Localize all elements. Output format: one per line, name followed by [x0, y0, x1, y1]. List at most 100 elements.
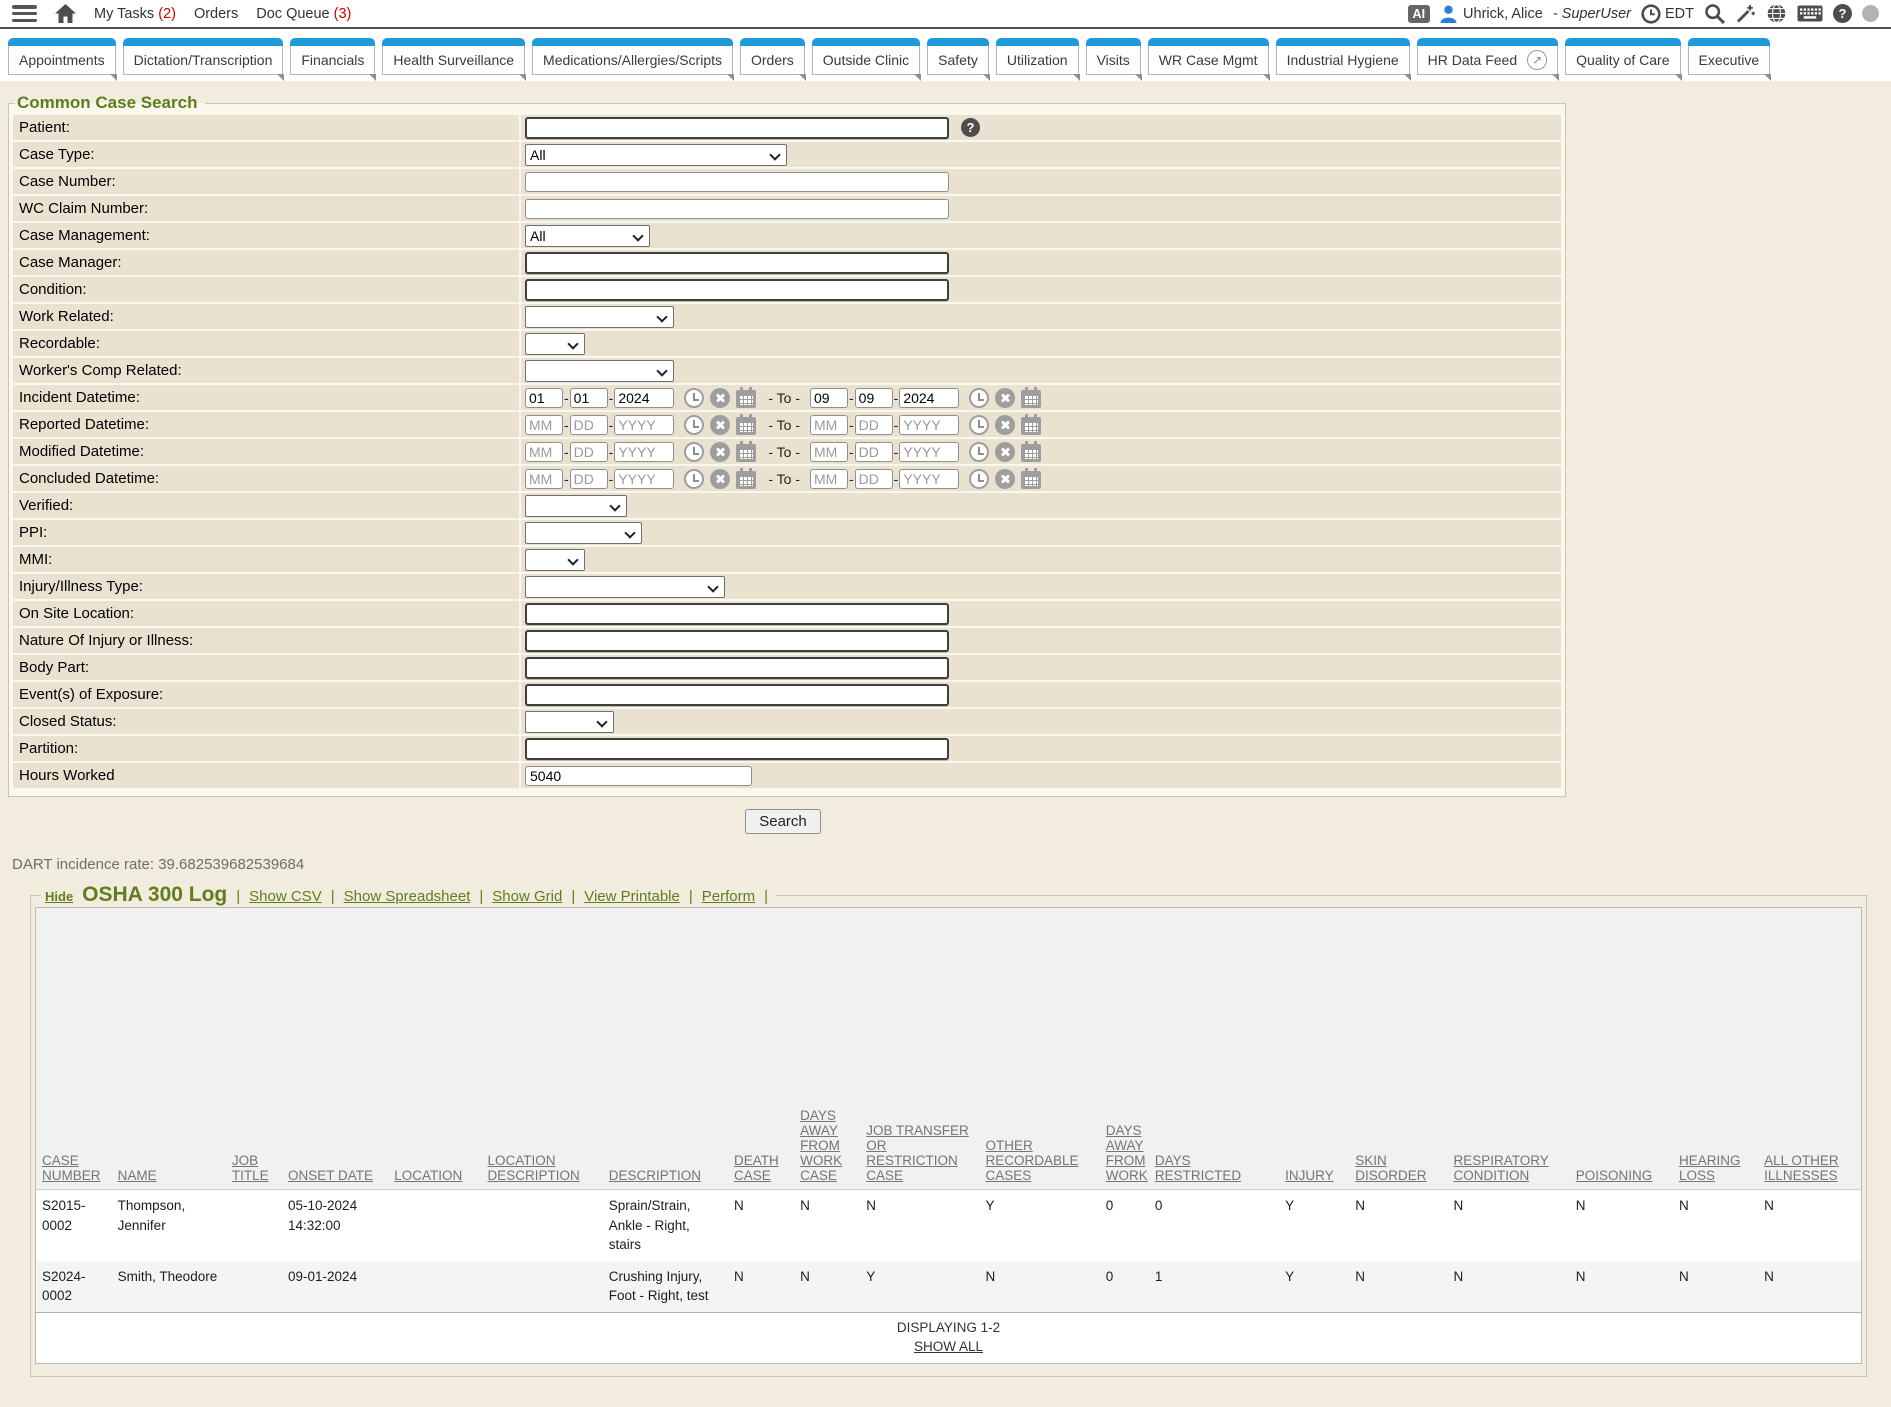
- partition-input[interactable]: [525, 738, 949, 760]
- keyboard-icon[interactable]: [1797, 5, 1823, 22]
- modified-from-month-input[interactable]: [525, 442, 563, 462]
- patient-input[interactable]: [525, 117, 949, 139]
- clear-date-icon[interactable]: [710, 415, 730, 435]
- concluded-from-month-input[interactable]: [525, 469, 563, 489]
- incident-to-day-input[interactable]: [855, 388, 893, 408]
- calendar-icon[interactable]: [736, 417, 756, 435]
- closed-status-select[interactable]: [525, 711, 614, 733]
- reported-to-month-input[interactable]: [810, 415, 848, 435]
- incident-from-year-input[interactable]: [614, 388, 674, 408]
- case-number-input[interactable]: [525, 172, 949, 192]
- tab-executive[interactable]: Executive: [1688, 38, 1771, 75]
- perform-link[interactable]: Perform: [702, 888, 755, 905]
- on-site-location-input[interactable]: [525, 603, 949, 625]
- clear-date-icon[interactable]: [710, 442, 730, 462]
- wc-claim-number-input[interactable]: [525, 199, 949, 219]
- case-management-select[interactable]: All: [525, 225, 650, 247]
- workers-comp-related-select[interactable]: [525, 360, 674, 382]
- tab-medications-allergies-scripts[interactable]: Medications/Allergies/Scripts: [532, 38, 733, 75]
- tab-orders[interactable]: Orders: [740, 38, 805, 75]
- calendar-icon[interactable]: [1021, 444, 1041, 462]
- show-spreadsheet-link[interactable]: Show Spreadsheet: [344, 888, 471, 905]
- tab-financials[interactable]: Financials: [290, 38, 375, 75]
- time-now-icon[interactable]: [969, 415, 989, 435]
- col-days-restricted[interactable]: DAYS RESTRICTED: [1155, 1153, 1241, 1183]
- tab-safety[interactable]: Safety: [927, 38, 989, 75]
- col-death-case[interactable]: DEATH CASE: [734, 1153, 779, 1183]
- col-case-number[interactable]: CASE NUMBER: [42, 1153, 101, 1183]
- wand-icon[interactable]: [1735, 3, 1756, 24]
- tab-health-surveillance[interactable]: Health Surveillance: [382, 38, 525, 75]
- show-grid-link[interactable]: Show Grid: [492, 888, 562, 905]
- time-now-icon[interactable]: [684, 469, 704, 489]
- concluded-from-day-input[interactable]: [570, 469, 608, 489]
- time-now-icon[interactable]: [969, 442, 989, 462]
- show-all-link[interactable]: SHOW ALL: [914, 1339, 983, 1354]
- clear-date-icon[interactable]: [995, 469, 1015, 489]
- nature-of-injury-input[interactable]: [525, 630, 949, 652]
- calendar-icon[interactable]: [1021, 417, 1041, 435]
- col-injury[interactable]: INJURY: [1285, 1168, 1334, 1183]
- reported-to-day-input[interactable]: [855, 415, 893, 435]
- ppi-select[interactable]: [525, 522, 642, 544]
- col-skin-disorder[interactable]: SKIN DISORDER: [1355, 1153, 1426, 1183]
- incident-to-year-input[interactable]: [899, 388, 959, 408]
- tab-quality-of-care[interactable]: Quality of Care: [1565, 38, 1680, 75]
- time-now-icon[interactable]: [684, 388, 704, 408]
- view-printable-link[interactable]: View Printable: [584, 888, 680, 905]
- calendar-icon[interactable]: [736, 390, 756, 408]
- time-now-icon[interactable]: [969, 388, 989, 408]
- search-button[interactable]: Search: [745, 809, 821, 834]
- table-row[interactable]: S2024-0002 Smith, Theodore 09-01-2024 Cr…: [36, 1261, 1862, 1313]
- clear-date-icon[interactable]: [995, 415, 1015, 435]
- modified-to-year-input[interactable]: [899, 442, 959, 462]
- show-csv-link[interactable]: Show CSV: [249, 888, 322, 905]
- recordable-select[interactable]: [525, 333, 585, 355]
- search-icon[interactable]: [1704, 3, 1725, 24]
- globe-icon[interactable]: [1766, 3, 1787, 24]
- col-other-recordable-cases[interactable]: OTHER RECORDABLE CASES: [986, 1138, 1079, 1183]
- reported-to-year-input[interactable]: [899, 415, 959, 435]
- table-row[interactable]: S2015-0002 Thompson, Jennifer 05-10-2024…: [36, 1190, 1862, 1261]
- modified-from-day-input[interactable]: [570, 442, 608, 462]
- time-now-icon[interactable]: [684, 442, 704, 462]
- tab-wr-case-mgmt[interactable]: WR Case Mgmt: [1148, 38, 1269, 75]
- hours-worked-input[interactable]: [525, 766, 752, 786]
- clear-date-icon[interactable]: [995, 388, 1015, 408]
- concluded-to-month-input[interactable]: [810, 469, 848, 489]
- tab-hr-data-feed[interactable]: HR Data Feed↗: [1417, 38, 1558, 75]
- clear-date-icon[interactable]: [710, 469, 730, 489]
- col-poisoning[interactable]: POISONING: [1576, 1168, 1653, 1183]
- col-job-transfer-or-restriction-case[interactable]: JOB TRANSFER OR RESTRICTION CASE: [866, 1123, 969, 1183]
- reported-from-month-input[interactable]: [525, 415, 563, 435]
- case-manager-input[interactable]: [525, 252, 949, 274]
- injury-illness-type-select[interactable]: [525, 576, 725, 598]
- nav-doc-queue[interactable]: Doc Queue (3): [256, 6, 351, 22]
- home-button[interactable]: [55, 4, 76, 23]
- body-part-input[interactable]: [525, 657, 949, 679]
- incident-from-day-input[interactable]: [570, 388, 608, 408]
- reported-from-day-input[interactable]: [570, 415, 608, 435]
- nav-orders[interactable]: Orders: [194, 6, 238, 22]
- incident-from-month-input[interactable]: [525, 388, 563, 408]
- concluded-to-day-input[interactable]: [855, 469, 893, 489]
- incident-to-month-input[interactable]: [810, 388, 848, 408]
- tab-dictation-transcription[interactable]: Dictation/Transcription: [123, 38, 284, 75]
- col-days-away-from-work-case[interactable]: DAYS AWAY FROM WORK CASE: [800, 1108, 842, 1183]
- col-job-title[interactable]: JOB TITLE: [232, 1153, 269, 1183]
- col-onset-date[interactable]: ONSET DATE: [288, 1168, 373, 1183]
- user-menu[interactable]: Uhrick, Alice - SuperUser: [1440, 5, 1631, 23]
- time-now-icon[interactable]: [684, 415, 704, 435]
- tab-appointments[interactable]: Appointments: [8, 38, 116, 75]
- calendar-icon[interactable]: [736, 444, 756, 462]
- col-location-description[interactable]: LOCATION DESCRIPTION: [487, 1153, 579, 1183]
- clear-date-icon[interactable]: [710, 388, 730, 408]
- hide-link[interactable]: Hide: [45, 889, 73, 904]
- modified-to-month-input[interactable]: [810, 442, 848, 462]
- concluded-from-year-input[interactable]: [614, 469, 674, 489]
- col-description[interactable]: DESCRIPTION: [609, 1168, 701, 1183]
- concluded-to-year-input[interactable]: [899, 469, 959, 489]
- tab-outside-clinic[interactable]: Outside Clinic: [812, 38, 920, 75]
- verified-select[interactable]: [525, 495, 627, 517]
- tab-visits[interactable]: Visits: [1086, 38, 1141, 75]
